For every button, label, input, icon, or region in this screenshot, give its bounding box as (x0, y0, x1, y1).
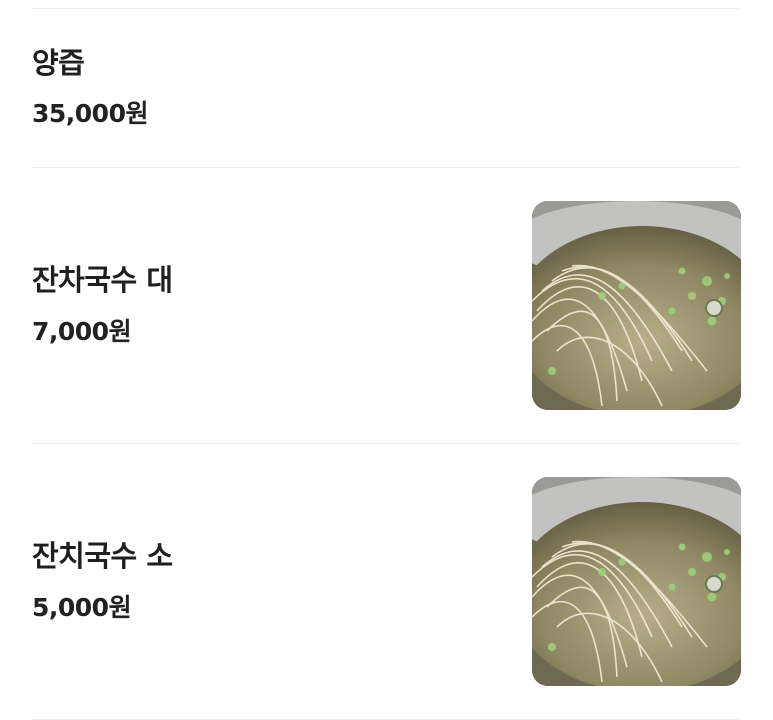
menu-item-janchi-large[interactable]: 잔차국수 대 7,000원 (32, 168, 741, 443)
menu-item-name: 잔차국수 대 (32, 263, 173, 298)
menu-item-info: 양즙 35,000원 (32, 46, 148, 131)
menu-item-name: 양즙 (32, 45, 85, 80)
menu-item-janchi-small[interactable]: 잔치국수 소 5,000원 (32, 444, 741, 719)
menu-item-price: 35,000원 (32, 99, 148, 129)
menu-item-name: 잔치국수 소 (32, 539, 173, 574)
menu-item-photo[interactable] (532, 477, 741, 686)
menu-list: 양즙 35,000원 잔차국수 대 7,000원 잔치국수 소 5,000원 (32, 0, 741, 720)
menu-item-price: 5,000원 (32, 592, 132, 622)
menu-item-photo[interactable] (532, 201, 741, 410)
menu-item-price: 7,000원 (32, 316, 132, 346)
noodle-soup-photo (532, 477, 741, 686)
menu-item-info: 잔치국수 소 5,000원 (32, 539, 173, 624)
menu-item-yangjeup[interactable]: 양즙 35,000원 (32, 9, 741, 167)
noodle-soup-photo (532, 201, 741, 410)
menu-item-info: 잔차국수 대 7,000원 (32, 263, 173, 348)
